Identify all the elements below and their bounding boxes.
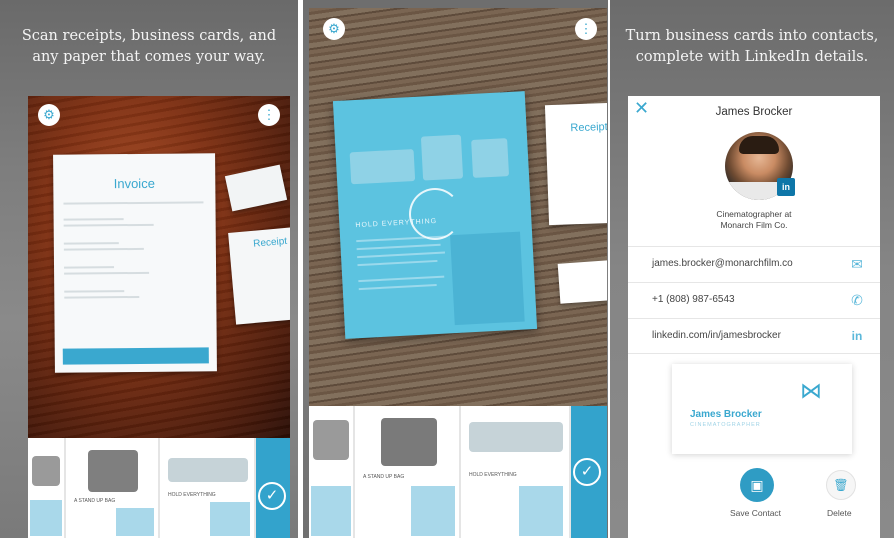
phone-screen-contact: ✕ James Brocker in Cinematographer at Mo… — [628, 96, 880, 538]
check-icon[interactable]: ✓ — [258, 482, 286, 510]
contact-phone: +1 (808) 987-6543 — [652, 294, 735, 305]
card-role: CINEMATOGRAPHER — [690, 422, 761, 428]
contact-job-line2: Monarch Film Co. — [720, 220, 788, 230]
receipt-title: Receipt — [570, 121, 607, 135]
delete-label: Delete — [827, 508, 852, 518]
panel3-headline-line1: Turn business cards into contacts, — [625, 28, 879, 44]
invoice-total-bar — [62, 347, 209, 365]
contact-name: James Brocker — [715, 106, 793, 118]
page-thumbnail[interactable]: A STAND UP BAG — [66, 438, 160, 538]
save-contact-label: Save Contact — [730, 508, 782, 518]
phone-screen-scan: ⚙ ⋮ Invoice Receipt A STAND UP BAG HOLD … — [28, 96, 290, 538]
more-icon[interactable]: ⋮ — [575, 18, 597, 40]
scanned-pages-strip[interactable]: A STAND UP BAG HOLD EVERYTHING ✓ — [28, 438, 290, 538]
business-card — [557, 260, 607, 304]
contact-job-title: Cinematographer at Monarch Film Co. — [628, 209, 880, 231]
panel1-headline-line1: Scan receipts, business cards, and — [21, 28, 277, 44]
business-card-preview[interactable]: ⋈ James Brocker CINEMATOGRAPHER — [672, 364, 852, 454]
page-thumbnail[interactable] — [28, 438, 66, 538]
thumb-caption: A STAND UP BAG — [74, 498, 116, 504]
page-thumbnail[interactable] — [309, 406, 355, 538]
receipt-title: Receipt — [252, 235, 288, 250]
document-column — [450, 231, 525, 326]
invoice-document: Invoice — [53, 153, 217, 373]
thumb-caption: HOLD EVERYTHING — [168, 492, 216, 498]
save-contact-button[interactable]: ▣ — [740, 468, 774, 502]
contact-row-phone[interactable]: +1 (808) 987-6543 ✆ — [628, 282, 880, 318]
linkedin-icon[interactable]: in — [848, 327, 866, 345]
more-icon[interactable]: ⋮ — [258, 104, 280, 126]
receipt-document: Receipt — [228, 227, 290, 325]
scanning-spinner — [409, 188, 461, 240]
page-thumbnail[interactable]: HOLD EVERYTHING — [461, 406, 571, 538]
panel-scan-documents: Scan receipts, business cards, and any p… — [0, 0, 298, 538]
thumb-caption: HOLD EVERYTHING — [469, 472, 517, 478]
panel-scanning: ⚙ ⋮ HOLD EVERYTHING Receipt A STAND UP B… — [303, 0, 608, 538]
phone-screen-capture: ⚙ ⋮ HOLD EVERYTHING Receipt A STAND UP B… — [309, 8, 607, 538]
scanned-pages-strip[interactable]: A STAND UP BAG HOLD EVERYTHING ✓ — [309, 406, 607, 538]
contact-email: james.brocker@monarchfilm.co — [652, 258, 793, 269]
page-thumbnail[interactable]: A STAND UP BAG — [355, 406, 461, 538]
phone-icon[interactable]: ✆ — [848, 291, 866, 309]
contact-linkedin: linkedin.com/in/jamesbrocker — [652, 330, 781, 341]
panel-contact: Turn business cards into contacts, compl… — [610, 0, 894, 538]
page-thumbnail[interactable]: HOLD EVERYTHING — [160, 438, 256, 538]
thumb-caption: A STAND UP BAG — [363, 474, 405, 480]
linkedin-badge-icon: in — [777, 178, 795, 196]
panel1-headline-line2: any paper that comes your way. — [32, 49, 266, 65]
mail-icon[interactable]: ✉ — [848, 255, 866, 273]
gear-icon[interactable]: ⚙ — [323, 18, 345, 40]
panel1-headline: Scan receipts, business cards, and any p… — [0, 26, 298, 68]
contact-row-linkedin[interactable]: linkedin.com/in/jamesbrocker in — [628, 318, 880, 354]
delete-button[interactable]: 🗑 — [826, 470, 856, 500]
contact-job-line1: Cinematographer at — [716, 209, 792, 219]
check-icon[interactable]: ✓ — [573, 458, 601, 486]
gear-icon[interactable]: ⚙ — [38, 104, 60, 126]
butterfly-logo-icon: ⋈ — [800, 378, 822, 403]
panel3-headline: Turn business cards into contacts, compl… — [610, 26, 894, 68]
invoice-title: Invoice — [113, 175, 155, 192]
contact-row-email[interactable]: james.brocker@monarchfilm.co ✉ — [628, 246, 880, 282]
card-name: James Brocker — [690, 409, 762, 420]
panel3-headline-line2: complete with LinkedIn details. — [635, 49, 869, 65]
receipt-document: Receipt — [544, 102, 607, 226]
